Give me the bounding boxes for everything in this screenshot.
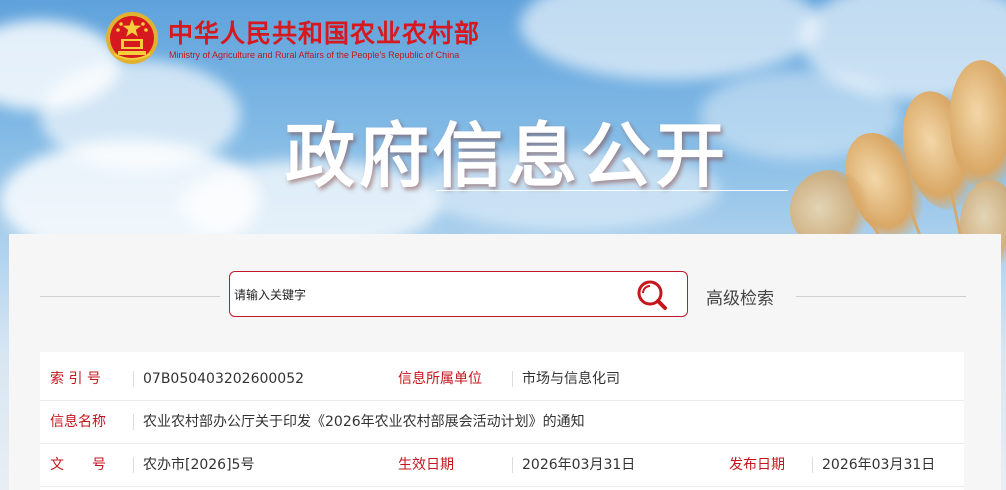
divider bbox=[512, 371, 513, 387]
divider bbox=[512, 457, 513, 473]
publish-date-label: 发布日期 bbox=[729, 457, 785, 473]
effective-date-label: 生效日期 bbox=[398, 457, 454, 473]
department-label: 信息所属单位 bbox=[398, 371, 482, 387]
divider bbox=[133, 457, 134, 473]
table-row: 索 引 号 07B050403202600052 信息所属单位 市场与信息化司 bbox=[40, 358, 964, 401]
search-box bbox=[229, 271, 688, 317]
table-row: 信息名称 农业农村部办公厅关于印发《2026年农业农村部展会活动计划》的通知 bbox=[40, 401, 964, 444]
info-name-value[interactable]: 农业农村部办公厅关于印发《2026年农业农村部展会活动计划》的通知 bbox=[143, 412, 585, 432]
department-value: 市场与信息化司 bbox=[522, 371, 620, 387]
index-number-value: 07B050403202600052 bbox=[143, 371, 305, 387]
divider bbox=[796, 296, 966, 297]
divider bbox=[812, 457, 813, 473]
info-table: 索 引 号 07B050403202600052 信息所属单位 市场与信息化司 … bbox=[40, 352, 964, 490]
info-name-label: 信息名称 bbox=[50, 414, 106, 430]
table-row: 文 号 农办市[2026]5号 生效日期 2026年03月31日 发布日期 20… bbox=[40, 444, 964, 487]
effective-date-value: 2026年03月31日 bbox=[522, 457, 636, 473]
document-number-label: 文 号 bbox=[50, 457, 106, 473]
divider bbox=[436, 190, 788, 191]
page-title: 政府信息公开 bbox=[285, 114, 729, 197]
advanced-search-link[interactable]: 高级检索 bbox=[706, 284, 774, 309]
national-emblem-icon bbox=[106, 12, 158, 64]
divider bbox=[40, 296, 220, 297]
cloud bbox=[520, 0, 820, 80]
site-subtitle: Ministry of Agriculture and Rural Affair… bbox=[169, 50, 460, 60]
search-icon[interactable] bbox=[632, 278, 672, 312]
divider bbox=[133, 371, 134, 387]
document-number-value: 农办市[2026]5号 bbox=[143, 457, 255, 473]
site-title[interactable]: 中华人民共和国农业农村部 bbox=[168, 14, 480, 50]
publish-date-value: 2026年03月31日 bbox=[822, 457, 936, 473]
search-input[interactable] bbox=[232, 282, 626, 308]
divider bbox=[133, 414, 134, 430]
index-number-label: 索 引 号 bbox=[50, 371, 101, 387]
